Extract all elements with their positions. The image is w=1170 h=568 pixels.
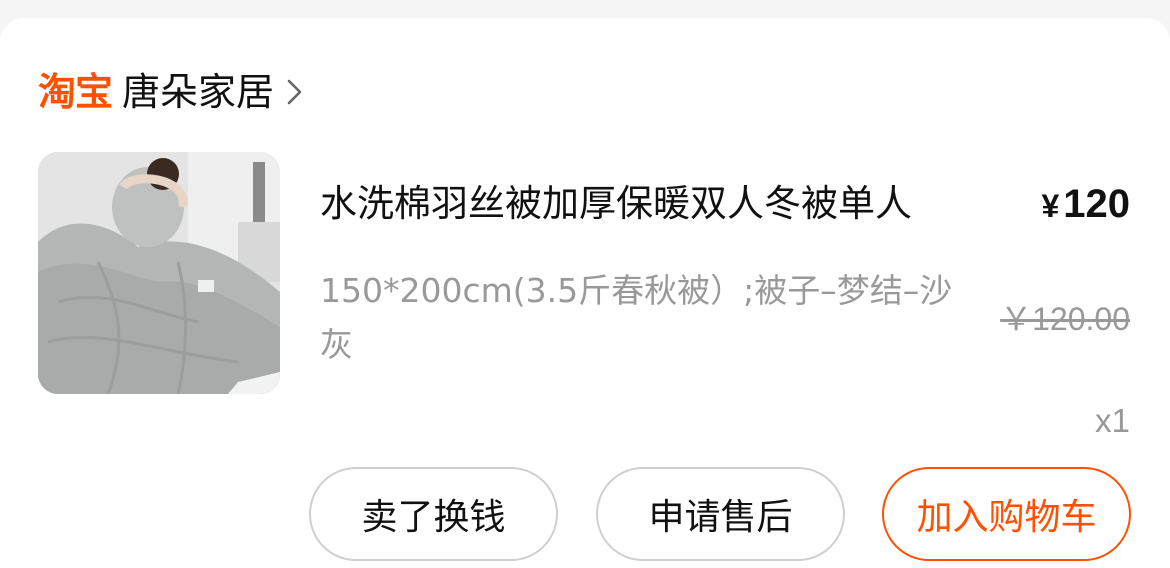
- product-spec: 150*200cm(3.5斤春秋被）;被子–梦结–沙灰: [320, 271, 953, 364]
- after-sales-button[interactable]: 申请售后: [596, 467, 845, 561]
- quantity: x1: [1095, 402, 1130, 439]
- add-to-cart-button[interactable]: 加入购物车: [882, 467, 1131, 561]
- shop-name[interactable]: 唐朵家居: [122, 68, 274, 116]
- price-value: 120: [1063, 182, 1130, 226]
- product-thumbnail[interactable]: [38, 152, 280, 394]
- original-price: ￥120.00: [1000, 301, 1130, 337]
- product-title[interactable]: 水洗棉羽丝被加厚保暖双人冬被单人: [320, 176, 1030, 232]
- taobao-logo: 淘宝: [38, 70, 113, 114]
- shop-header[interactable]: 淘宝 唐朵家居: [38, 68, 308, 116]
- order-item-card: 淘宝 唐朵家居 水洗棉羽丝被加厚保暖双人冬被单人 ¥120 150*200cm(…: [0, 18, 1170, 568]
- sell-button[interactable]: 卖了换钱: [309, 467, 558, 561]
- chevron-right-icon[interactable]: [286, 77, 308, 107]
- currency-symbol: ¥: [1041, 188, 1060, 224]
- product-price: ¥120: [1041, 176, 1130, 232]
